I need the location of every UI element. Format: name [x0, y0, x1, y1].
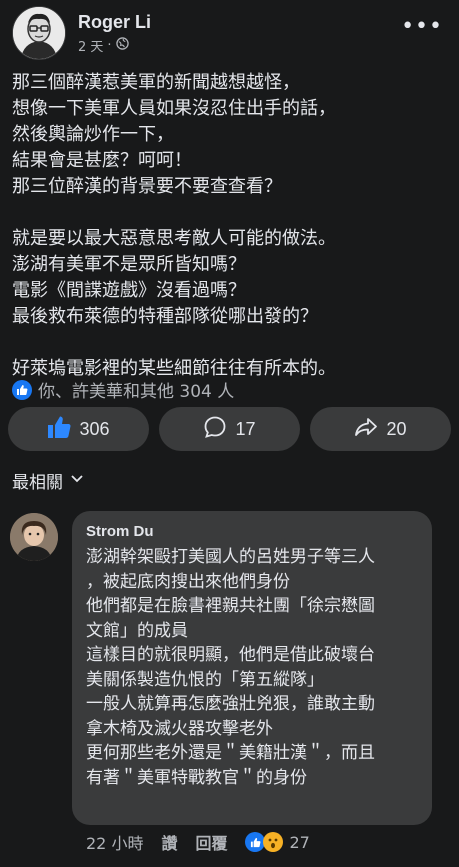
- post-line: 結果會是甚麼？呵呵！: [12, 150, 192, 171]
- post-header: Roger Li 2 天 · •••: [0, 0, 459, 62]
- chevron-down-icon: [69, 470, 85, 491]
- post-body: 那三個醉漢惹美軍的新聞越想越怪， 想像一下美軍人員如果沒忍住出手的話， 然後輿論…: [12, 70, 452, 382]
- comment-line: 他們都是在臉書裡親共社團「徐宗懋圖: [86, 596, 375, 616]
- post-time[interactable]: 2 天: [78, 36, 103, 55]
- thumbs-up-icon: [47, 415, 71, 444]
- comment-like-button[interactable]: 讚: [161, 830, 177, 854]
- author-avatar[interactable]: [12, 6, 66, 60]
- reactions-text: 你、許美華和其他 304 人: [38, 382, 235, 402]
- commenter-avatar[interactable]: [10, 513, 58, 561]
- like-reaction-icon: [245, 832, 266, 852]
- comment-icon: [203, 415, 227, 444]
- comment-line: 澎湖幹架毆打美國人的呂姓男子等三人: [86, 547, 375, 567]
- comment-text: 澎湖幹架毆打美國人的呂姓男子等三人 ，被起底肉搜出來他們身份 他們都是在臉書裡親…: [86, 545, 426, 790]
- comment-line: 一般人就算再怎麼強壯兇狠，誰敢主動: [86, 694, 375, 714]
- more-options-icon[interactable]: •••: [401, 14, 443, 39]
- comment-line: 有著＂美軍特戰教官＂的身份: [86, 767, 307, 788]
- comment-sort-dropdown[interactable]: 最相關: [12, 468, 85, 493]
- share-icon: [354, 415, 378, 444]
- comment-reaction-count: 27: [289, 832, 310, 852]
- comment-count: 17: [235, 418, 256, 439]
- comment-line: 文館」的成員: [86, 620, 188, 641]
- post-line: 然後輿論炒作一下，: [12, 124, 174, 145]
- post-line: 澎湖有美軍不是眾所皆知嗎？: [12, 254, 246, 275]
- commenter-name[interactable]: Strom Du: [86, 523, 154, 540]
- like-count: 306: [79, 418, 110, 439]
- comment-time[interactable]: 22 小時: [86, 830, 143, 854]
- post-line: 那三位醉漢的背景要不要查查看？: [12, 176, 282, 197]
- comment-line: 這樣目的就很明顯，他們是借此破壞台: [86, 645, 375, 665]
- post-meta: 2 天 ·: [78, 36, 129, 55]
- comment-button[interactable]: 17: [159, 407, 300, 451]
- comment-reply-button[interactable]: 回覆: [195, 830, 227, 854]
- comment-bubble: Strom Du 澎湖幹架毆打美國人的呂姓男子等三人 ，被起底肉搜出來他們身份 …: [72, 511, 432, 825]
- comment-line: 美關係製造仇恨的「第五縱隊」: [86, 669, 324, 690]
- post-line: 想像一下美軍人員如果沒忍住出手的話，: [12, 98, 336, 119]
- separator-dot: ·: [107, 38, 112, 53]
- like-button[interactable]: 306: [8, 407, 149, 451]
- comment-line: 拿木椅及滅火器攻擊老外: [86, 718, 273, 739]
- comment-reactions[interactable]: 27: [245, 832, 310, 852]
- sort-label: 最相關: [12, 473, 63, 493]
- post-line: 最後救布萊德的特種部隊從哪出發的？: [12, 306, 318, 327]
- post-line: 就是要以最大惡意思考敵人可能的做法。: [12, 228, 336, 249]
- comment-line: ，被起底肉搜出來他們身份: [86, 571, 290, 592]
- reactions-summary[interactable]: 你、許美華和其他 304 人: [12, 377, 234, 402]
- comment-line: 更何那些老外還是＂美籍壯漢＂，而且: [86, 743, 375, 763]
- post-line: 那三個醉漢惹美軍的新聞越想越怪，: [12, 72, 300, 93]
- share-count: 20: [386, 418, 407, 439]
- post-line: 電影《間諜遊戲》沒看過嗎？: [12, 280, 246, 301]
- share-button[interactable]: 20: [310, 407, 451, 451]
- comment-footer: 22 小時 讚 回覆 27: [86, 830, 310, 854]
- wow-reaction-icon: [263, 832, 284, 852]
- like-reaction-icon: [12, 379, 32, 400]
- globe-icon: [115, 37, 129, 54]
- author-name[interactable]: Roger Li: [78, 12, 151, 33]
- action-bar: 306 17 20: [8, 407, 451, 451]
